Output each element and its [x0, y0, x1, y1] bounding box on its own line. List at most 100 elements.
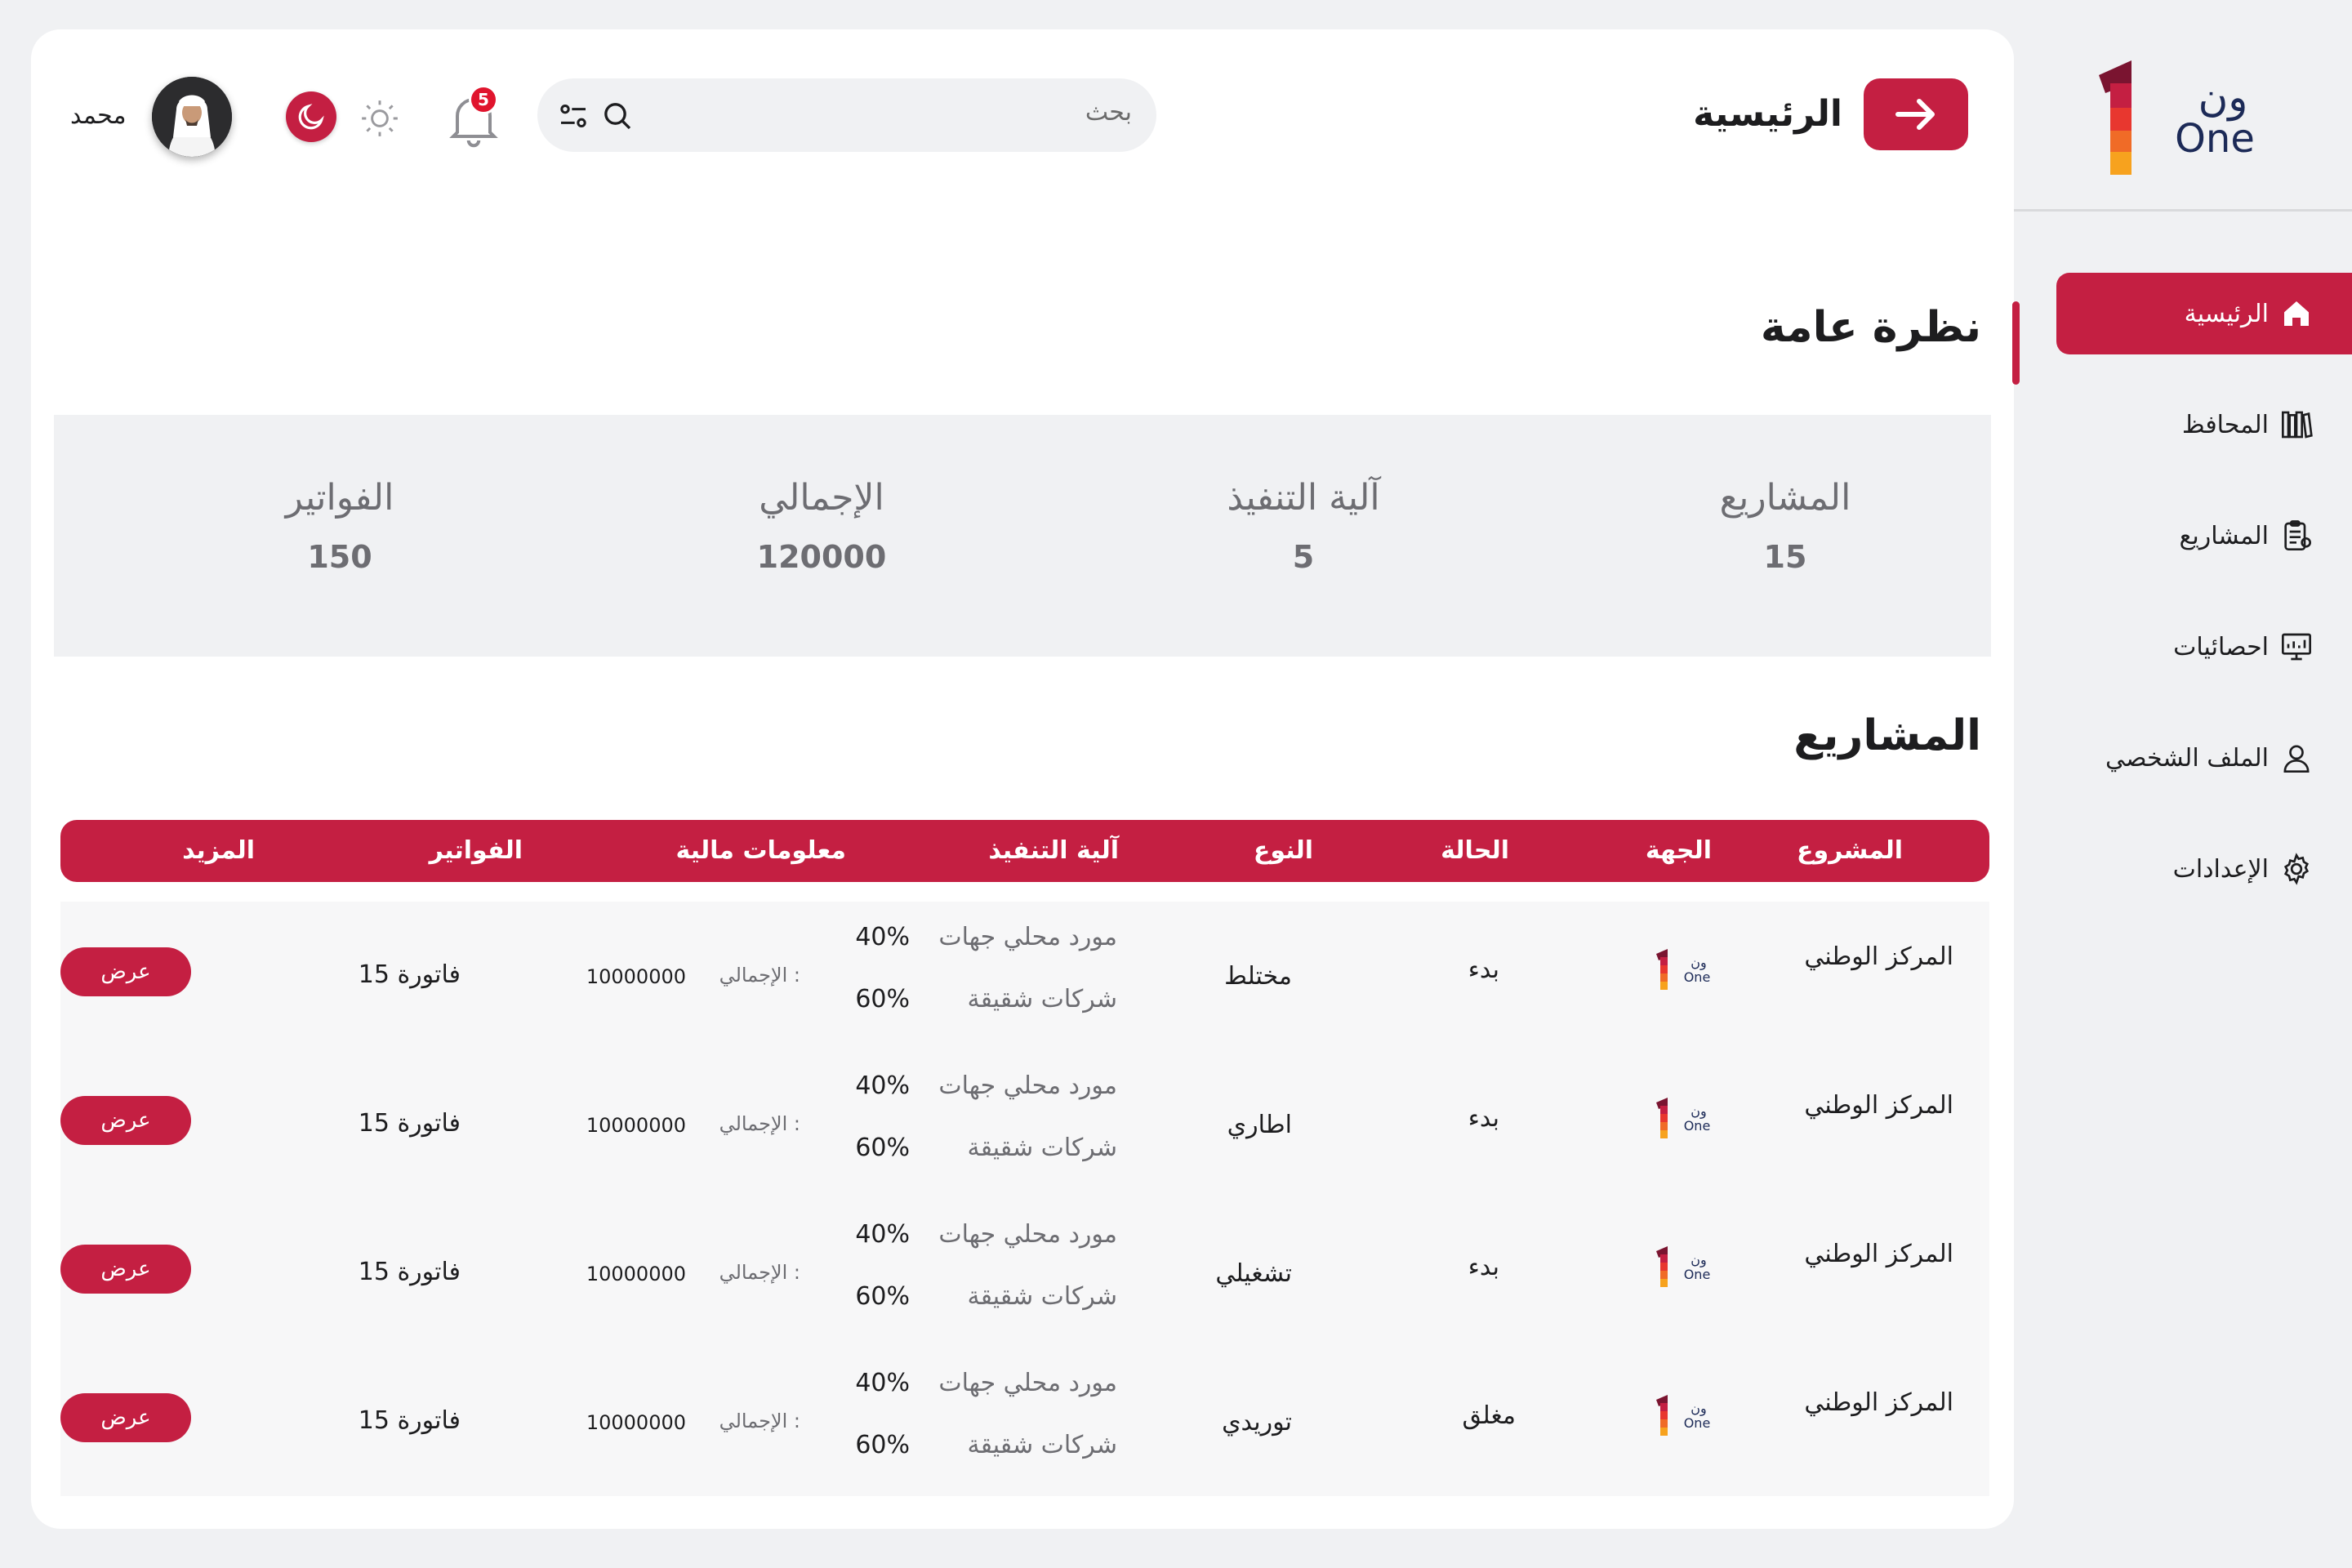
cell-financial-value: 10000000 — [586, 965, 686, 988]
sun-icon[interactable] — [359, 98, 400, 139]
view-button[interactable]: عرض — [60, 1393, 191, 1442]
cell-financial-label: الإجمالي : — [719, 1261, 800, 1284]
sidebar-item-home[interactable]: الرئيسية — [2056, 273, 2352, 354]
cell-mechanism-1: مورد محلي جهات — [938, 1071, 1117, 1100]
overview-stats: المشاريع 15 آلية التنفيذ 5 الإجمالي 1200… — [54, 415, 1991, 657]
dark-mode-toggle[interactable] — [286, 91, 336, 142]
logo-latin: One — [2175, 116, 2255, 162]
cell-financial-label: الإجمالي : — [719, 964, 800, 987]
cell-project: المركز الوطني — [1804, 1240, 1953, 1268]
col-type: النوع — [1253, 836, 1313, 865]
svg-text:One: One — [1684, 969, 1711, 985]
table-header: المشروع الجهة الحالة النوع آلية التنفيذ … — [60, 820, 1989, 882]
view-button[interactable]: عرض — [60, 1096, 191, 1145]
cell-mechanism-1: مورد محلي جهات — [938, 923, 1117, 951]
cell-status: بدء — [1468, 1104, 1499, 1133]
main-content: الرئيسية بحث 5 محمد نظرة عامة المشاريع 1… — [31, 29, 2020, 1529]
view-button[interactable]: عرض — [60, 1245, 191, 1294]
cell-project: المركز الوطني — [1804, 1388, 1953, 1417]
cell-percent-1: 40% — [855, 1369, 910, 1397]
table-row: المركز الوطني ون One مغلق توريدي مورد محل… — [60, 1348, 1989, 1496]
cell-mechanism-2: شركات شقيقة — [967, 985, 1117, 1013]
svg-text:One: One — [1684, 1267, 1711, 1282]
stat-value: 5 — [1292, 539, 1315, 575]
cell-invoices: 15 فاتورة — [358, 1258, 461, 1286]
cell-financial-label: الإجمالي : — [719, 1112, 800, 1135]
col-financial: معلومات مالية — [675, 836, 846, 865]
header: الرئيسية بحث 5 محمد — [31, 29, 2014, 157]
cell-status: بدء — [1468, 956, 1499, 984]
col-mechanism: آلية التنفيذ — [988, 836, 1119, 865]
col-more: المزيد — [182, 836, 255, 865]
svg-text:ون: ون — [1690, 1103, 1706, 1120]
col-entity: الجهة — [1645, 836, 1712, 865]
stat-label: الفواتير — [285, 477, 394, 519]
cell-type: مختلط — [1224, 962, 1292, 991]
stat-label: آلية التنفيذ — [1227, 477, 1380, 519]
cell-percent-2: 60% — [855, 1134, 910, 1162]
cell-mechanism-1: مورد محلي جهات — [938, 1220, 1117, 1249]
overview-title: نظرة عامة — [1760, 303, 1981, 352]
col-invoices: الفواتير — [429, 836, 523, 865]
logo-arabic: ون — [2198, 74, 2248, 122]
sidebar-item-label: الرئيسية — [2184, 299, 2269, 328]
clipboard-icon — [2284, 520, 2311, 550]
active-section-marker — [2012, 301, 2020, 385]
cell-percent-2: 60% — [855, 1282, 910, 1311]
stat-value: 120000 — [756, 539, 887, 575]
sidebar-item-label: المشاريع — [2179, 521, 2269, 550]
cell-percent-1: 40% — [855, 1220, 910, 1249]
arrow-right-icon — [1895, 99, 1935, 130]
sidebar-item-profile[interactable]: الملف الشخصي — [2056, 717, 2352, 799]
notification-badge: 5 — [469, 85, 498, 114]
cell-status: مغلق — [1462, 1401, 1517, 1430]
sidebar-item-projects[interactable]: المشاريع — [2056, 495, 2352, 577]
user-icon — [2283, 745, 2310, 773]
table-row: المركز الوطني ون One بدء مختلط مورد محلي … — [60, 902, 1989, 1050]
cell-mechanism-1: مورد محلي جهات — [938, 1369, 1117, 1397]
stat-label: المشاريع — [1719, 477, 1851, 519]
sidebar-item-portfolios[interactable]: المحافظ — [2056, 384, 2352, 466]
cell-financial-value: 10000000 — [586, 1114, 686, 1137]
svg-text:ون: ون — [1690, 955, 1706, 971]
page-title: الرئيسية — [1693, 93, 1842, 135]
search-icon — [604, 103, 631, 130]
monitor-chart-icon — [2282, 633, 2311, 661]
svg-text:ون: ون — [1690, 1252, 1706, 1268]
sidebar-item-settings[interactable]: الإعدادات — [2056, 828, 2352, 910]
back-button[interactable] — [1864, 78, 1968, 150]
cell-mechanism-2: شركات شقيقة — [967, 1282, 1117, 1311]
sidebar: ون One الرئيسية المحافظ المشاريع احصائيا… — [2014, 0, 2352, 1568]
col-status: الحالة — [1441, 836, 1509, 865]
cell-percent-2: 60% — [855, 985, 910, 1013]
cell-financial-value: 10000000 — [586, 1411, 686, 1434]
cell-type: تشغيلي — [1215, 1259, 1292, 1288]
sidebar-item-statistics[interactable]: احصائيات — [2056, 606, 2352, 688]
cell-percent-1: 40% — [855, 923, 910, 951]
search-bar[interactable]: بحث — [537, 78, 1156, 152]
filter-icon[interactable] — [557, 100, 590, 132]
view-button[interactable]: عرض — [60, 947, 191, 996]
entity-logo: ونOne — [1656, 1395, 1711, 1436]
cell-percent-2: 60% — [855, 1431, 910, 1459]
user-avatar-image — [152, 77, 232, 157]
cell-mechanism-2: شركات شقيقة — [967, 1431, 1117, 1459]
cell-invoices: 15 فاتورة — [358, 1109, 461, 1138]
books-icon — [2282, 411, 2313, 439]
moon-icon — [298, 104, 324, 130]
cell-financial-value: 10000000 — [586, 1263, 686, 1285]
avatar[interactable] — [152, 77, 232, 157]
cell-mechanism-2: شركات شقيقة — [967, 1134, 1117, 1162]
table-row: المركز الوطني ون One بدء تشغيلي مورد محلي… — [60, 1199, 1989, 1348]
cell-project: المركز الوطني — [1804, 942, 1953, 971]
svg-text:ون: ون — [1690, 1401, 1706, 1417]
gear-icon — [2283, 853, 2310, 885]
home-icon — [2284, 301, 2309, 326]
user-name: محمد — [70, 101, 127, 130]
cell-invoices: 15 فاتورة — [358, 1406, 461, 1435]
stat-label: الإجمالي — [759, 477, 884, 519]
search-placeholder: بحث — [1085, 98, 1132, 127]
sidebar-divider — [2014, 209, 2352, 212]
svg-text:One: One — [1684, 1415, 1711, 1431]
cell-percent-1: 40% — [855, 1071, 910, 1100]
